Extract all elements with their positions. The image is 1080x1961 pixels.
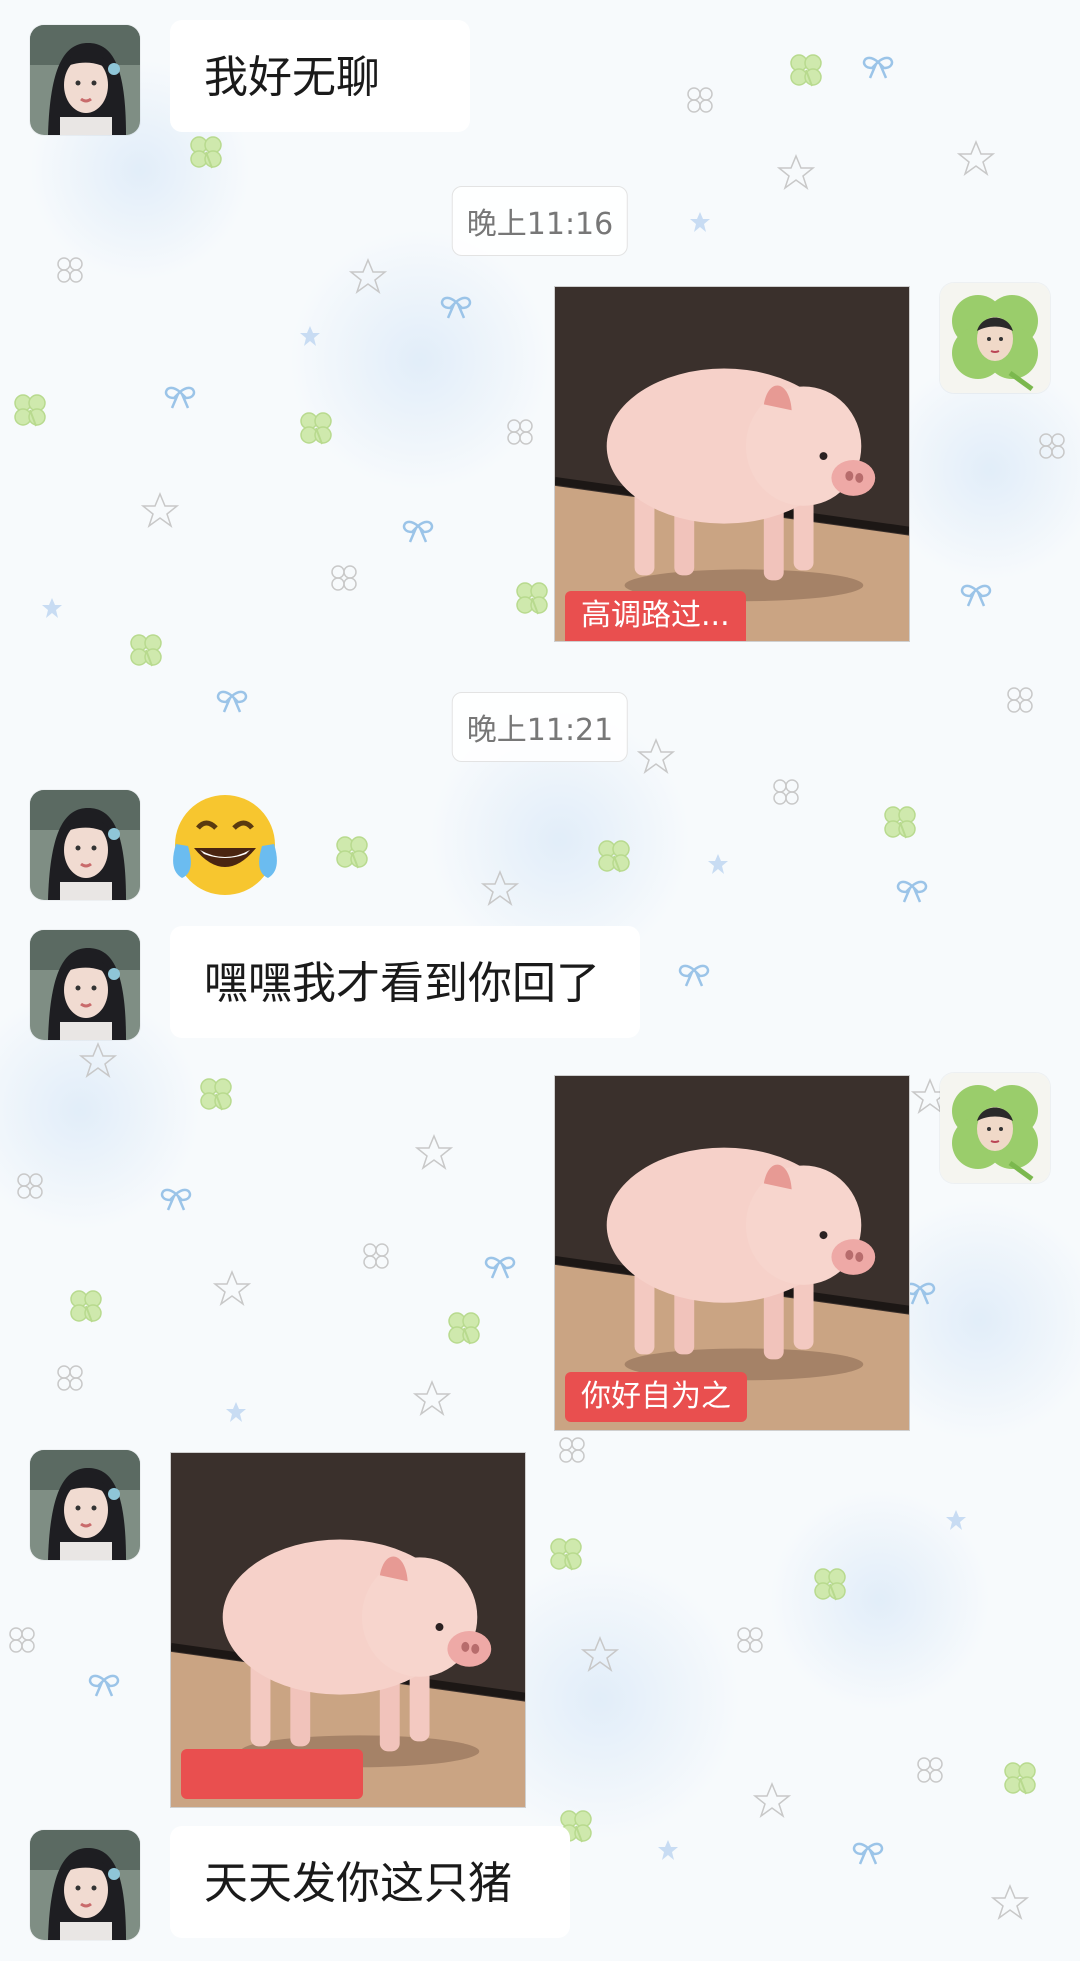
pig-sticker[interactable]: 高调路过... [554,286,910,642]
timestamp: 晚上11:16 [451,186,629,256]
laughing-crying-emoji[interactable] [170,790,280,900]
sticker-caption: 你好自为之 [565,1372,747,1422]
contact-avatar[interactable] [30,25,140,135]
timestamp: 晚上11:21 [451,692,629,762]
pig-sticker[interactable]: 你好自为之 [554,1075,910,1431]
sticker-caption [181,1749,363,1799]
girl-avatar-icon [30,1830,140,1940]
girl-avatar-icon [30,790,140,900]
sticker-caption: 高调路过... [565,591,746,641]
contact-avatar[interactable] [30,1830,140,1940]
my-avatar[interactable] [940,1073,1050,1183]
girl-avatar-icon [30,25,140,135]
chat-thread: 我好无聊 晚上11:16 高调路过... 晚上11:21 嘿嘿我才看到你回了 你… [0,0,1080,1961]
contact-avatar[interactable] [30,930,140,1040]
my-avatar[interactable] [940,283,1050,393]
clover-boy-avatar-icon [940,1073,1050,1183]
laughing-crying-emoji-icon [173,795,277,895]
message-bubble[interactable]: 嘿嘿我才看到你回了 [170,926,640,1038]
clover-boy-avatar-icon [940,283,1050,393]
girl-avatar-icon [30,930,140,1040]
message-bubble[interactable]: 天天发你这只猪 [170,1826,570,1938]
message-text: 天天发你这只猪 [204,1858,512,1909]
message-text: 我好无聊 [204,52,380,103]
message-bubble[interactable]: 我好无聊 [170,20,470,132]
pig-icon [555,287,909,641]
contact-avatar[interactable] [30,1450,140,1560]
pig-sticker[interactable] [170,1452,526,1808]
contact-avatar[interactable] [30,790,140,900]
message-text: 嘿嘿我才看到你回了 [204,958,600,1009]
girl-avatar-icon [30,1450,140,1560]
